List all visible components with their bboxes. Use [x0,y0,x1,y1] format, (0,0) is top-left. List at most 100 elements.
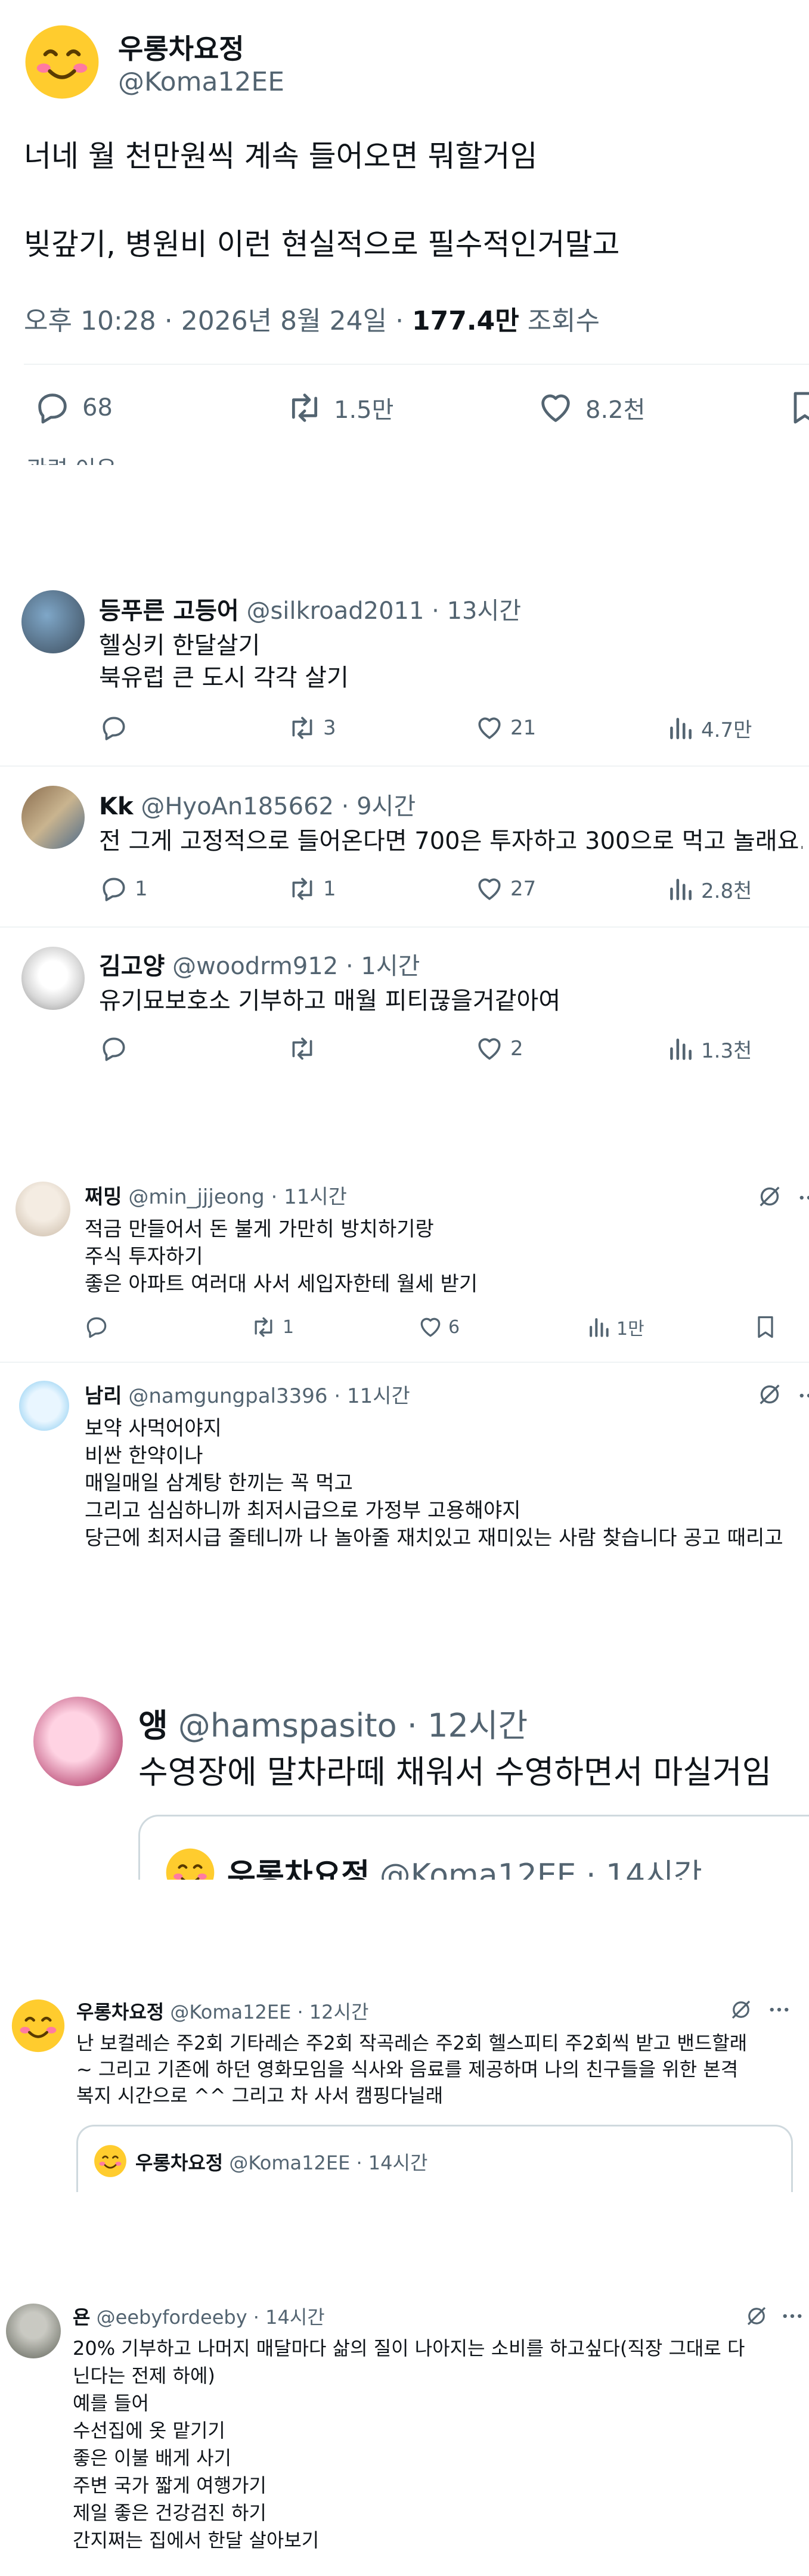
reply-icon [99,1034,129,1064]
views-button[interactable]: 1.3천 [665,1034,752,1064]
like-button[interactable]: 27 [475,874,536,904]
author-handle[interactable]: @HyoAn185662 · 9시간 [141,793,416,820]
reply-text-line: 전 그게 고정적으로 들어온다면 700은 투자하고 300으로 먹고 놀래요.… [99,827,802,855]
divider [0,926,809,928]
reply-button[interactable]: 1 [99,874,148,904]
author-name[interactable]: 등푸른 고등어 [99,597,239,625]
more-icon[interactable] [767,1997,792,2022]
divider [24,364,809,365]
author-name[interactable]: 욘 [73,2306,90,2329]
reply-text-line: 비싼 한약이나 [85,1444,203,1468]
views-button[interactable]: 4.7만 [665,713,752,743]
retweet-icon [286,1034,318,1064]
reply-text-line: 닌다는 전제 하에) [73,2364,215,2387]
reply-text-line: 좋은 아파트 여러대 사서 세입자한테 월세 받기 [85,1272,478,1296]
bookmark-button[interactable] [786,389,809,427]
retweet-button[interactable]: 1 [249,1314,294,1340]
retweet-button[interactable]: 1 [286,874,336,904]
avatar[interactable] [21,947,85,1010]
heart-icon [475,874,504,904]
grok-icon[interactable] [756,1381,783,1408]
grok-icon[interactable] [744,2304,769,2329]
author-name[interactable]: 우롱차요정 [118,27,244,67]
divider [0,765,809,767]
smiley-avatar-icon [94,2144,127,2178]
like-count: 8.2천 [585,396,646,424]
author-handle[interactable]: @namgungpal3396 · 11시간 [128,1384,410,1408]
tweet-timestamp[interactable]: 오후 10:28 · 2026년 8월 24일 · [24,306,412,336]
retweet-button[interactable]: 3 [286,713,336,743]
author-handle[interactable]: @Koma12EE [118,67,284,97]
views-icon [585,1314,612,1340]
like-button[interactable]: 21 [475,713,536,743]
grok-icon[interactable] [729,1997,754,2022]
reply-text-line: 유기묘보호소 기부하고 매월 피티끊을거같아여 [99,987,561,1015]
tweet-meta: 오후 10:28 · 2026년 8월 24일 · 177.4만 조회수 [24,299,600,337]
like-count: 2 [510,1037,523,1061]
reply-text-line: 예를 들어 [73,2392,149,2414]
retweet-button[interactable]: 1.5만 [284,389,393,427]
avatar[interactable] [19,1381,69,1431]
quote-tweet-card[interactable]: 우롱차요정 @Koma12EE · 14시간 [138,1815,809,1880]
quote-tweet-card[interactable]: 우롱차요정 @Koma12EE · 14시간 [76,2125,793,2192]
avatar[interactable] [16,1182,70,1236]
like-button[interactable]: 2 [475,1034,523,1064]
author-handle[interactable]: @woodrm912 · 1시간 [172,953,420,980]
author-handle[interactable]: @silkroad2011 · 13시간 [246,597,521,625]
views-button[interactable]: 2.8천 [665,874,752,904]
reply-button[interactable] [99,713,129,743]
retweet-icon [286,713,318,743]
reply-button[interactable] [83,1314,110,1340]
reply-header: 등푸른 고등어 @silkroad2011 · 13시간 [99,591,521,626]
like-button[interactable]: 6 [417,1314,460,1340]
divider [0,1362,809,1363]
reply-text-line: 주식 투자하기 [85,1245,203,1269]
reply-text-line: 수영장에 말차라떼 채워서 수영하면서 마실거임 [138,1753,772,1791]
avatar[interactable] [33,1697,123,1786]
grok-icon[interactable] [756,1183,783,1210]
author-name[interactable]: 김고양 [99,953,165,980]
author-name[interactable]: 우롱차요정 [76,2001,164,2023]
reply-button[interactable] [99,1034,129,1064]
author-avatar[interactable] [24,24,100,100]
retweet-button[interactable] [286,1034,318,1064]
author-name[interactable]: 쩌밍 [85,1185,122,1209]
author-handle[interactable]: @Koma12EE · 12시간 [170,2001,368,2023]
like-count: 21 [510,716,537,740]
reply-text-line: 난 보컬레슨 주2회 기타레슨 주2회 작곡레슨 주2회 헬스피티 주2회씩 받… [76,2032,748,2054]
reply-header: Kk @HyoAn185662 · 9시간 [99,787,416,822]
smiley-avatar-icon [165,1847,215,1880]
author-handle[interactable]: @eebyfordeeby · 14시간 [97,2306,325,2329]
related-label-cut: 관련 이유 [26,451,117,465]
views-count: 177.4만 [412,306,519,336]
like-button[interactable]: 8.2천 [537,389,645,427]
avatar[interactable] [21,590,85,653]
views-button[interactable]: 1만 [585,1314,644,1340]
more-icon[interactable] [780,2304,805,2329]
reply-header: 우롱차요정 @Koma12EE · 12시간 [76,1997,368,2025]
reply-text-line: 주변 국가 짧게 여행가기 [73,2474,266,2497]
quote-header: 우롱차요정 @Koma12EE · 14시간 [135,2148,427,2175]
reply-icon [83,1314,110,1340]
heart-icon [537,389,575,427]
like-count: 6 [448,1316,460,1338]
reply-icon [99,874,129,904]
more-icon[interactable] [796,1383,809,1411]
more-icon[interactable] [796,1185,809,1213]
heart-icon [475,1034,504,1064]
retweet-count: 1.5만 [334,396,394,424]
reply-header: 쩌밍 @min_jjjeong · 11시간 [85,1180,347,1210]
avatar[interactable] [6,2304,61,2358]
smiley-avatar-icon[interactable] [11,1998,66,2053]
author-handle[interactable]: @min_jjjeong · 11시간 [128,1185,347,1209]
author-name[interactable]: 앵 [138,1707,168,1744]
author-name[interactable]: Kk [99,793,134,820]
views-label: 조회수 [519,306,600,336]
avatar[interactable] [21,786,85,849]
author-name[interactable]: 남리 [85,1384,122,1408]
author-handle[interactable]: @hamspasito · 12시간 [178,1707,528,1744]
retweet-icon [249,1314,278,1340]
reply-header: 앵 @hamspasito · 12시간 [138,1699,528,1746]
bookmark-button[interactable] [752,1314,779,1340]
reply-button[interactable]: 68 [33,389,113,427]
